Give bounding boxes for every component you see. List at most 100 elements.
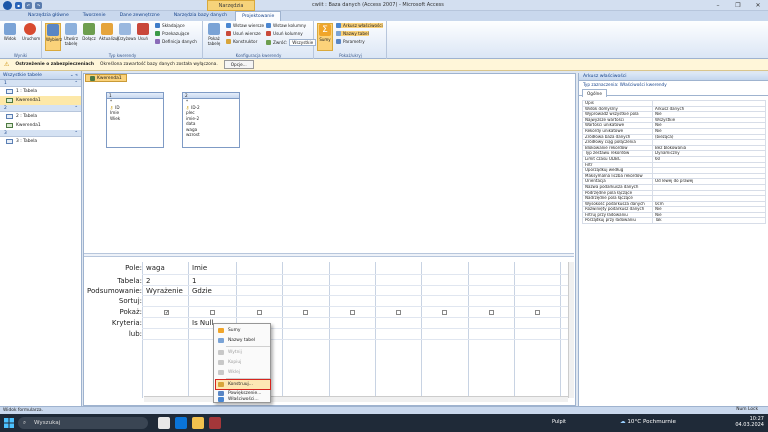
pass-through-button[interactable]: Przekazujące	[155, 31, 189, 36]
grid-horizontal-scrollbar[interactable]	[144, 396, 568, 402]
show-checkbox[interactable]	[350, 310, 355, 315]
query-document-tab[interactable]: Kwerenda1	[85, 74, 127, 82]
edge-icon[interactable]	[175, 417, 187, 429]
nav-item-table-2[interactable]: 2 : Tabela	[0, 112, 81, 121]
grid-cell-table[interactable]: 2	[146, 277, 150, 285]
menu-item-copy[interactable]: Kopiuj	[216, 358, 270, 367]
show-checkbox-checked[interactable]: ✓	[164, 310, 169, 316]
menu-item-paste[interactable]: Wklej	[216, 368, 270, 377]
undo-icon[interactable]: ↶	[25, 2, 32, 9]
weather-widget[interactable]: ☁ 10°C Pochmurnie	[620, 419, 676, 425]
delete-icon	[137, 23, 149, 35]
totals-button[interactable]: Σ Sumy	[317, 23, 333, 51]
tab-general[interactable]: Ogólne	[582, 89, 607, 97]
query-icon	[6, 123, 13, 128]
tab-external-data[interactable]: Dane zewnętrzne	[114, 11, 166, 21]
table-names-button[interactable]: Nazwy tabel	[336, 31, 369, 36]
show-checkbox[interactable]	[489, 310, 494, 315]
field-item[interactable]: wzrost	[183, 132, 239, 136]
tab-home[interactable]: Narzędzia główne	[22, 11, 75, 21]
append-button[interactable]: Dołącz	[81, 23, 97, 41]
property-value[interactable]: Tak	[652, 217, 766, 225]
sigma-icon: Σ	[319, 24, 331, 36]
tray-desktop[interactable]: Pulpit	[552, 419, 566, 425]
show-checkbox[interactable]	[396, 310, 401, 315]
nav-item-table-1[interactable]: 1 : Tabela	[0, 87, 81, 96]
show-checkbox[interactable]	[535, 310, 540, 315]
nav-group-3[interactable]: 3 ⌃	[0, 130, 81, 137]
query-icon	[90, 75, 95, 81]
delete-rows-button[interactable]: Usuń wiersze	[226, 31, 261, 36]
property-sheet-button[interactable]: Arkusz właściwości	[336, 23, 383, 28]
close-icon[interactable]: ✕	[748, 0, 768, 11]
tab-design[interactable]: Projektowanie	[235, 11, 282, 21]
taskbar-search[interactable]: ⌕ Wyszukaj	[18, 417, 148, 429]
show-checkbox[interactable]	[442, 310, 447, 315]
pane-splitter[interactable]	[84, 253, 574, 257]
tab-create[interactable]: Tworzenie	[77, 11, 112, 21]
windows-start-icon[interactable]	[4, 418, 14, 428]
show-checkbox[interactable]	[303, 310, 308, 315]
property-name: Porządkuj przy ładowaniu	[582, 217, 653, 225]
builder-button[interactable]: Konstruktor	[226, 39, 257, 44]
chevron-down-icon[interactable]: ⌄ «	[70, 71, 78, 79]
menu-item-properties[interactable]: Właściwości...	[216, 396, 270, 403]
data-definition-button[interactable]: Definicja danych	[155, 39, 197, 44]
menu-separator	[226, 346, 270, 347]
menu-item-build[interactable]: Konstruuj...	[215, 379, 271, 390]
parameters-button[interactable]: Parametry	[336, 39, 365, 44]
insert-rows-button[interactable]: Wstaw wiersze	[226, 23, 264, 28]
crosstab-button[interactable]: Krzyżowa	[117, 23, 136, 41]
nav-header[interactable]: Wszystkie tabele ⌄ «	[0, 71, 81, 80]
task-view-icon[interactable]	[158, 417, 170, 429]
nav-group-2[interactable]: 2 ⌃	[0, 105, 81, 112]
field-item[interactable]: Wiek	[107, 116, 163, 122]
grid-cell-field[interactable]: Imie	[192, 264, 207, 272]
tab-database-tools[interactable]: Narzędzia bazy danych	[168, 11, 233, 21]
grid-cell-total[interactable]: Wyrażenie	[146, 287, 183, 295]
access-app-icon[interactable]	[209, 417, 221, 429]
menu-item-table-names[interactable]: Nazwy tabel	[216, 336, 270, 345]
delete-columns-button[interactable]: Usuń kolumny	[266, 31, 303, 36]
insert-columns-button[interactable]: Wstaw kolumny	[266, 23, 306, 28]
nav-item-label: 2 : Tabela	[16, 114, 38, 119]
grid-cell-field[interactable]: waga	[146, 264, 165, 272]
union-button[interactable]: Składające	[155, 23, 185, 28]
menu-item-cut[interactable]: Wytnij	[216, 348, 270, 357]
run-button[interactable]: Uruchom	[22, 23, 40, 41]
system-clock[interactable]: 10:27 04.03.2024	[735, 416, 764, 428]
select-query-button[interactable]: Wybierz	[45, 23, 62, 51]
show-table-button[interactable]: Pokaż tabelę	[206, 23, 222, 46]
menu-item-label: Wklej	[228, 370, 241, 375]
grid-cell-table[interactable]: 1	[192, 277, 196, 285]
minimize-icon[interactable]: –	[708, 0, 728, 11]
office-button-icon[interactable]	[3, 1, 12, 10]
update-button[interactable]: Aktualizuj	[99, 23, 119, 41]
show-checkbox[interactable]	[210, 310, 215, 315]
table-design-area[interactable]: 1 * ⚷ ID Imie Wiek 2 * ⚷ ID-2 plec imie-2 …	[84, 82, 574, 253]
nav-item-query-1[interactable]: Kwerenda1	[0, 96, 81, 105]
view-button[interactable]: Widok	[2, 23, 18, 41]
return-select[interactable]: Wszystkie	[289, 39, 317, 46]
grid-vertical-scrollbar[interactable]	[568, 262, 574, 398]
nav-item-query-2[interactable]: Kwerenda1	[0, 121, 81, 130]
redo-icon[interactable]: ↷	[35, 2, 42, 9]
grid-cell-criteria[interactable]: Is Null	[192, 319, 214, 327]
make-table-button[interactable]: Utwórz tabelę	[63, 23, 79, 46]
nav-group-1[interactable]: 1 ⌃	[0, 80, 81, 87]
maximize-icon[interactable]: ❐	[728, 0, 748, 11]
grid-cell-total[interactable]: Gdzie	[192, 287, 212, 295]
property-row[interactable]: Porządkuj przy ładowaniu Tak	[582, 217, 766, 225]
status-bar: Widok formularza.	[0, 406, 768, 414]
save-icon[interactable]: ▪	[15, 2, 22, 9]
nav-item-table-3[interactable]: 3 : Tabela	[0, 137, 81, 146]
file-explorer-icon[interactable]	[192, 417, 204, 429]
property-name: Maksymalna liczba rekordów	[582, 172, 653, 180]
delete-query-button[interactable]: Usuń	[135, 23, 151, 41]
show-checkbox[interactable]	[257, 310, 262, 315]
security-options-button[interactable]: Opcje...	[223, 60, 254, 69]
properties-icon	[218, 397, 224, 402]
field-list-table-1[interactable]: 1 * ⚷ ID Imie Wiek	[106, 92, 164, 148]
menu-item-totals[interactable]: Sumy	[216, 326, 270, 335]
field-list-table-2[interactable]: 2 * ⚷ ID-2 plec imie-2 data waga wzrost	[182, 92, 240, 148]
